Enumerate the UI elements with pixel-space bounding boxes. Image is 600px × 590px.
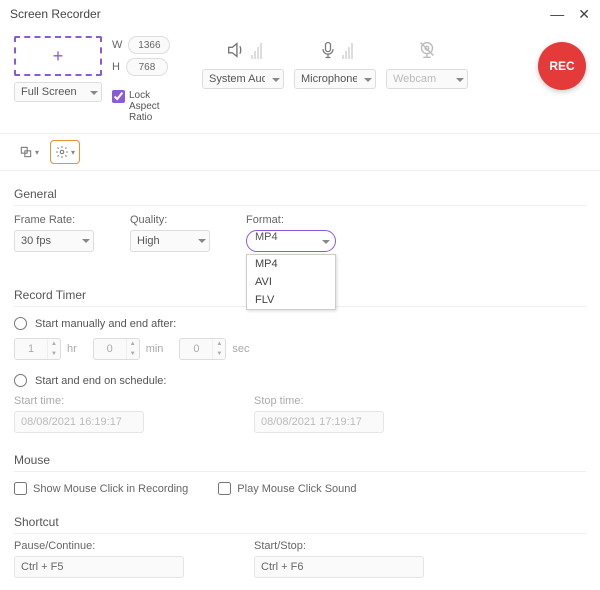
capture-area-controls: + Full Screen	[14, 36, 102, 102]
webcam-select[interactable]: Webcam	[386, 69, 468, 89]
frame-rate-label: Frame Rate:	[14, 214, 114, 226]
format-label: Format:	[246, 214, 386, 226]
format-option[interactable]: AVI	[247, 273, 335, 291]
chevron-down-icon: ▾	[71, 148, 75, 157]
section-shortcut: Shortcut	[14, 509, 586, 534]
show-mouse-click-checkbox[interactable]: Show Mouse Click in Recording	[14, 482, 188, 495]
close-icon[interactable]: ✕	[578, 6, 590, 23]
toolstrip: ▾ ▾	[0, 134, 600, 171]
microphone-select[interactable]: Microphone	[294, 69, 376, 89]
timer-schedule-radio[interactable]: Start and end on schedule:	[14, 374, 586, 387]
frame-rate-select[interactable]: 30 fps	[14, 230, 94, 252]
format-select[interactable]: MP4	[246, 230, 336, 252]
minimize-icon[interactable]: —	[550, 6, 564, 23]
capture-region-button[interactable]: +	[14, 36, 102, 76]
record-button[interactable]: REC	[538, 42, 586, 90]
stop-time-label: Stop time:	[254, 395, 454, 407]
screenshot-tool-button[interactable]: ▾	[14, 140, 44, 164]
lock-aspect-checkbox[interactable]: Lock Aspect Ratio	[112, 90, 182, 123]
format-option[interactable]: MP4	[247, 255, 335, 273]
device-selectors: System Audio Microphone Webcam REC	[192, 36, 586, 90]
dimensions: W H Lock Aspect Ratio	[112, 36, 182, 123]
start-time-input[interactable]	[14, 411, 144, 433]
stop-time-input[interactable]	[254, 411, 384, 433]
hours-spinner[interactable]: ▲▼	[14, 338, 61, 360]
section-general: General	[14, 181, 586, 206]
pause-shortcut-label: Pause/Continue:	[14, 540, 214, 552]
capture-mode-select[interactable]: Full Screen	[14, 82, 102, 102]
startstop-shortcut-label: Start/Stop:	[254, 540, 454, 552]
chevron-down-icon: ▾	[35, 148, 39, 157]
width-input[interactable]	[128, 36, 170, 54]
speaker-icon	[225, 37, 262, 63]
quality-label: Quality:	[130, 214, 230, 226]
settings-panel: General Frame Rate: 30 fps Quality: High…	[0, 171, 600, 590]
format-option[interactable]: FLV	[247, 291, 335, 309]
timer-manual-radio[interactable]: Start manually and end after:	[14, 317, 586, 330]
system-audio-select[interactable]: System Audio	[202, 69, 284, 89]
start-time-label: Start time:	[14, 395, 214, 407]
window-controls: — ✕	[550, 6, 590, 23]
startstop-shortcut-input[interactable]	[254, 556, 424, 578]
seconds-spinner[interactable]: ▲▼	[179, 338, 226, 360]
width-label: W	[112, 39, 122, 51]
microphone-icon	[318, 37, 353, 63]
webcam-icon	[416, 37, 438, 63]
quality-select[interactable]: High	[130, 230, 210, 252]
toolbar: + Full Screen W H Lock Aspect Ratio Syst…	[0, 28, 600, 134]
section-mouse: Mouse	[14, 447, 586, 472]
settings-tool-button[interactable]: ▾	[50, 140, 80, 164]
height-input[interactable]	[126, 58, 168, 76]
pause-shortcut-input[interactable]	[14, 556, 184, 578]
title-bar: Screen Recorder — ✕	[0, 0, 600, 28]
format-dropdown: MP4 AVI FLV	[246, 254, 336, 310]
play-mouse-sound-checkbox[interactable]: Play Mouse Click Sound	[218, 482, 356, 495]
minutes-spinner[interactable]: ▲▼	[93, 338, 140, 360]
timer-duration-controls: ▲▼ hr ▲▼ min ▲▼ sec	[14, 338, 586, 360]
app-title: Screen Recorder	[10, 7, 101, 21]
height-label: H	[112, 61, 120, 73]
